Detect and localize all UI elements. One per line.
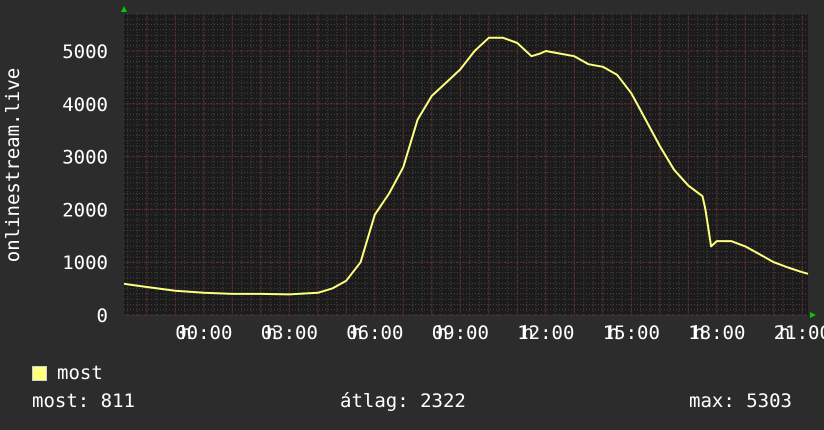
stat-max: max: 5303 (689, 390, 792, 412)
x-axis-arrow (810, 312, 816, 318)
y-tick-label: 5000 (62, 41, 108, 63)
x-axis: h00:00 h03:00 h06:00 h09:00 h12:00 h15:00 h18:… (175, 322, 824, 344)
stat-current: most: 811 (32, 390, 135, 412)
y-tick-label: 1000 (62, 252, 108, 274)
stat-average: átlag: 2322 (340, 390, 466, 412)
x-tick-label: 18:00 (688, 322, 745, 344)
chart-svg: 0 1000 2000 3000 4000 5000 h00:00 h03:00 h06:00… (2, 6, 824, 344)
plot-area (124, 14, 808, 315)
y-tick-label: 2000 (62, 199, 108, 221)
y-axis-label: onlinestream.live (2, 68, 24, 262)
y-tick-label: 3000 (62, 147, 108, 169)
x-tick-label: 12:00 (517, 322, 574, 344)
x-tick-label: 09:00 (432, 322, 489, 344)
legend: most (32, 362, 103, 384)
x-tick-label: 00:00 (175, 322, 232, 344)
x-tick-label: 06:00 (346, 322, 403, 344)
y-tick-label: 0 (97, 305, 108, 327)
x-tick-label: 15:00 (603, 322, 660, 344)
y-tick-label: 4000 (62, 94, 108, 116)
legend-label-most: most (57, 362, 103, 384)
x-tick-label: 21:00 (774, 322, 824, 344)
stats-row: most: 811 átlag: 2322 max: 5303 (32, 390, 792, 416)
legend-swatch-most (32, 365, 47, 381)
y-axis: 0 1000 2000 3000 4000 5000 (62, 41, 108, 327)
y-axis-arrow (121, 6, 127, 12)
x-tick-label: 03:00 (261, 322, 318, 344)
